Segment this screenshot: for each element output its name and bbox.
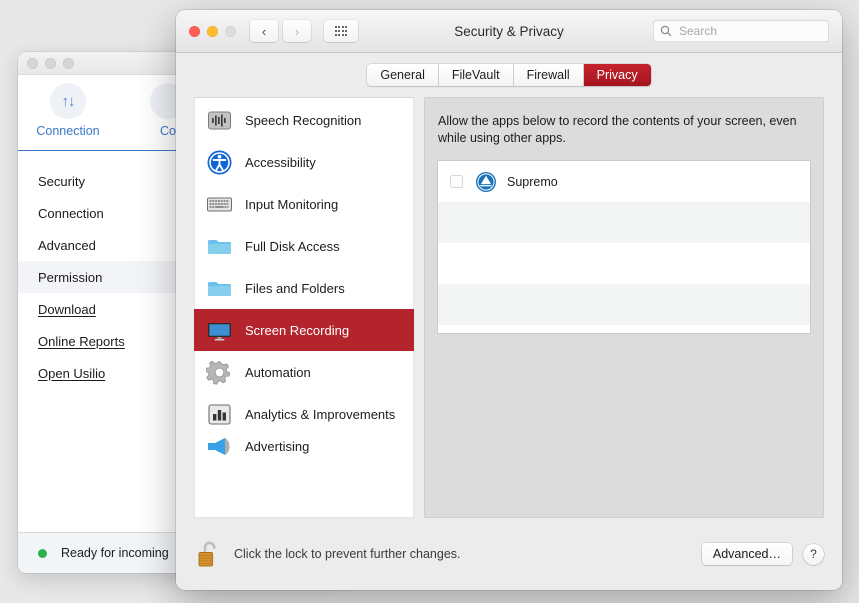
status-text: Ready for incoming [61, 546, 169, 560]
minimize-button[interactable] [207, 25, 218, 37]
grid-icon [334, 26, 348, 36]
minimize-button[interactable] [45, 57, 56, 69]
help-button[interactable]: ? [803, 543, 824, 565]
desktop-background: ↑↓ Connection Co Security Connection Adv… [0, 0, 859, 603]
show-all-button[interactable] [324, 20, 358, 42]
navigation-buttons: ‹ › [250, 20, 311, 42]
security-privacy-window[interactable]: ‹ › Security & Privacy Search General Fi… [176, 10, 842, 590]
unlocked-padlock-icon [198, 541, 216, 567]
prefs-content: Microphone Speech Recogn [176, 97, 842, 518]
app-list-row-empty [438, 284, 810, 325]
category-item-input-monitoring[interactable]: Input Monitoring [194, 183, 414, 225]
toolbar-item-connection[interactable]: ↑↓ Connection [18, 81, 118, 138]
search-input[interactable] [677, 23, 822, 39]
search-field[interactable] [653, 20, 829, 42]
tab-segmented-control: General FileVault Firewall Privacy [367, 64, 651, 86]
close-button[interactable] [27, 57, 38, 69]
category-item-label: Accessibility [245, 154, 316, 170]
supremo-icon [475, 171, 497, 193]
prefs-titlebar: ‹ › Security & Privacy [176, 10, 842, 53]
list-top-edge [194, 97, 414, 98]
forward-button[interactable]: › [283, 20, 311, 42]
category-item-label: Advertising [245, 438, 310, 454]
accessibility-icon [205, 148, 234, 177]
tab-privacy[interactable]: Privacy [583, 64, 651, 86]
gear-icon [205, 358, 234, 387]
category-item-label: Files and Folders [245, 280, 345, 296]
tab-label: Privacy [596, 68, 638, 82]
detail-description: Allow the apps below to record the conte… [438, 114, 797, 145]
chevron-right-icon: › [294, 23, 300, 39]
zoom-button[interactable] [63, 57, 74, 69]
app-enable-checkbox[interactable] [450, 175, 463, 188]
app-list-row-empty [438, 243, 810, 284]
screen-recording-detail-panel: Allow the apps below to record the conte… [424, 97, 824, 518]
app-list-row-supremo[interactable]: Supremo [438, 161, 810, 202]
tab-firewall[interactable]: Firewall [513, 64, 584, 86]
zoom-button[interactable] [225, 25, 236, 37]
display-icon [205, 316, 234, 345]
tab-label: FileVault [451, 68, 500, 82]
app-list-row-empty [438, 202, 810, 243]
advanced-button-label: Advanced… [712, 547, 781, 561]
category-item-screen-recording[interactable]: Screen Recording [194, 309, 414, 351]
speech-recognition-icon [205, 106, 234, 135]
category-item-label: Full Disk Access [245, 238, 340, 254]
tab-filevault[interactable]: FileVault [438, 64, 514, 86]
tab-general[interactable]: General [367, 64, 439, 86]
toolbar-item-connection-label: Connection [36, 124, 100, 138]
folder-icon [205, 274, 234, 303]
back-button[interactable]: ‹ [250, 20, 278, 42]
category-item-analytics-improvements[interactable]: Analytics & Improvements [194, 393, 414, 435]
transfer-arrows-glyph: ↑↓ [61, 92, 76, 110]
category-item-files-and-folders[interactable]: Files and Folders [194, 267, 414, 309]
status-indicator-dot [38, 548, 47, 558]
tab-label: General [380, 68, 425, 82]
category-item-full-disk-access[interactable]: Full Disk Access [194, 225, 414, 267]
category-item-label: Analytics & Improvements [245, 406, 396, 422]
category-item-label: Screen Recording [245, 322, 350, 338]
search-icon [660, 25, 672, 37]
allowed-apps-list[interactable]: Supremo [438, 161, 810, 333]
tab-bar: General FileVault Firewall Privacy [176, 53, 842, 97]
app-name-label: Supremo [507, 174, 558, 189]
prefs-footer: Click the lock to prevent further change… [176, 518, 842, 590]
keyboard-icon [205, 190, 234, 219]
category-item-label: Input Monitoring [245, 196, 339, 212]
category-item-label: Automation [245, 364, 311, 380]
question-mark-icon: ? [810, 547, 817, 561]
folder-icon [205, 232, 234, 261]
lock-hint-text: Click the lock to prevent further change… [234, 547, 461, 561]
category-item-accessibility[interactable]: Accessibility [194, 141, 414, 183]
chevron-left-icon: ‹ [261, 23, 267, 39]
close-button[interactable] [189, 25, 200, 37]
megaphone-icon [205, 432, 234, 461]
bar-chart-icon [205, 400, 234, 429]
category-item-advertising[interactable]: Advertising [194, 435, 414, 457]
category-item-speech-recognition[interactable]: Speech Recognition [194, 99, 414, 141]
lock-button[interactable] [194, 539, 224, 569]
privacy-category-list[interactable]: Microphone Speech Recogn [194, 97, 414, 518]
tab-label: Firewall [526, 68, 570, 82]
category-item-label: Speech Recognition [245, 112, 362, 128]
category-item-automation[interactable]: Automation [194, 351, 414, 393]
advanced-button[interactable]: Advanced… [701, 543, 792, 565]
transfer-arrows-icon: ↑↓ [50, 83, 86, 119]
